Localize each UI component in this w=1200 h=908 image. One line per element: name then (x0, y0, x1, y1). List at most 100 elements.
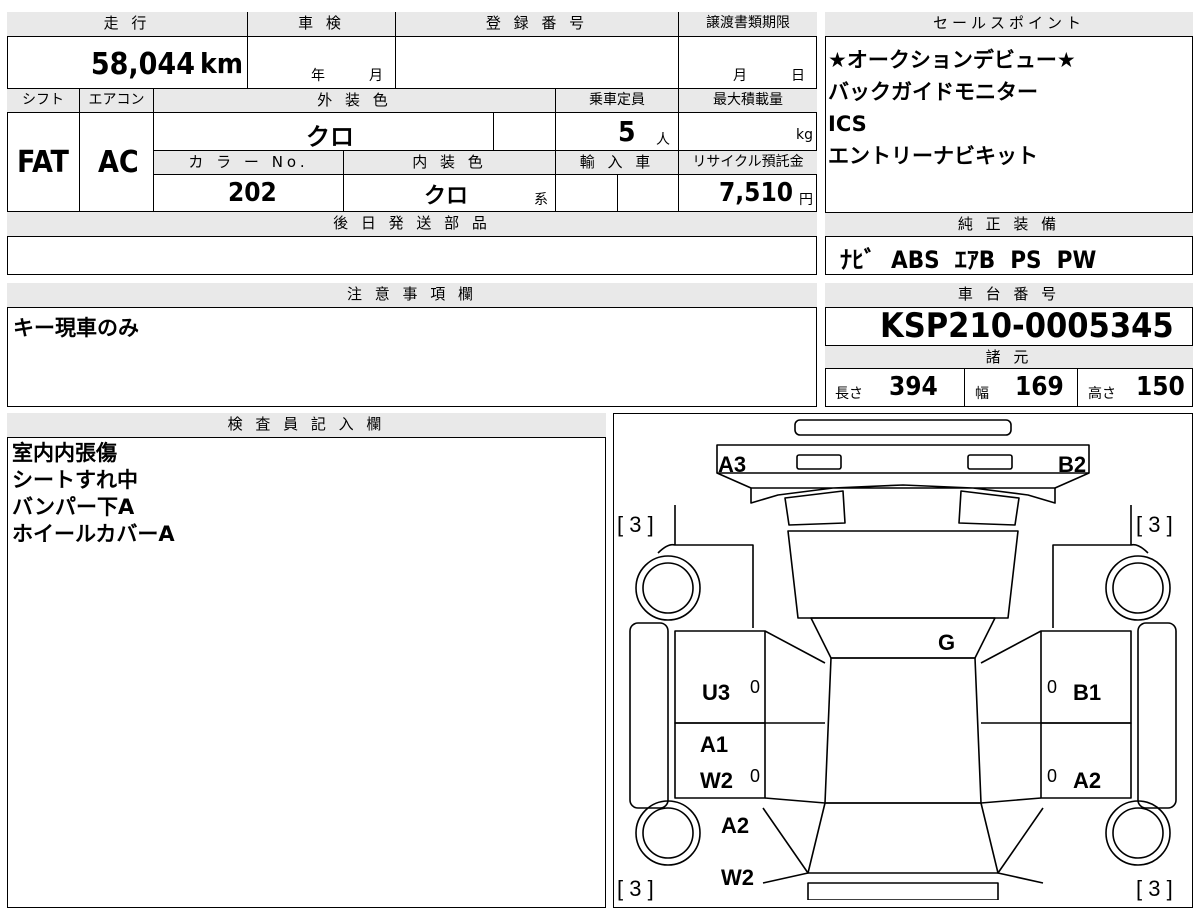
spec-header: 諸 元 (825, 345, 1193, 369)
registration-cell (396, 37, 679, 89)
label-tire-tl: [ 3 ] (617, 512, 654, 537)
sales-points-list: ★オークションデビュー★ バックガイドモニター ICS エントリーナビキット (828, 44, 1076, 172)
inspector-note: バンパー下A (12, 495, 135, 519)
inspection-month: 月 (369, 68, 383, 84)
windshield (787, 530, 1019, 619)
spec-width-value: 169 (1015, 372, 1064, 402)
aircon-cell: AC (80, 113, 154, 212)
exterior-color-cell: クロ (154, 113, 494, 151)
recycle-fee-cell: 7,510 円 (679, 175, 817, 212)
header-interior-color: 内 装 色 (344, 151, 556, 175)
inspector-note: 室内内張傷 (12, 441, 117, 465)
header-mileage: 走 行 (7, 12, 248, 37)
max-load-unit: kg (796, 127, 813, 143)
header-exterior-color: 外 装 色 (154, 89, 556, 113)
car-diagram (629, 419, 1177, 900)
rear-window (807, 802, 999, 874)
sales-point-item: ICS (828, 112, 867, 136)
interior-color-value: クロ (424, 184, 469, 209)
exterior-color-value: クロ (306, 123, 354, 151)
transfer-day: 日 (791, 68, 805, 84)
exterior-color-extra (494, 113, 556, 151)
max-load-cell: kg (679, 113, 817, 151)
label-zero: 0 (1047, 766, 1058, 786)
header-import: 輸 入 車 (556, 151, 679, 175)
tire-front-right (1105, 555, 1171, 621)
color-number-cell: 202 (154, 175, 344, 212)
mileage-value: 58,044 (90, 47, 195, 82)
import-cell-a (556, 175, 618, 212)
grille (750, 484, 1056, 504)
capacity-value: 5 (618, 115, 636, 148)
notes-text: キー現車のみ (13, 316, 139, 340)
tire-rear-left (635, 800, 701, 866)
spec-length-value: 394 (889, 372, 938, 402)
label-door-front-right: B1 (1073, 680, 1102, 705)
label-fender-rear-left: A2 (721, 813, 750, 838)
spec-height-label: 高さ (1088, 386, 1116, 402)
label-front-left: A3 (718, 452, 747, 477)
header-capacity: 乗車定員 (556, 89, 679, 113)
recycle-fee-value: 7,510 (719, 178, 793, 208)
capacity-unit: 人 (656, 132, 670, 148)
spec-width-cell: 幅 169 (965, 369, 1078, 407)
label-zero: 0 (750, 677, 761, 697)
label-zero: 0 (750, 766, 761, 786)
tire-rear-right (1105, 800, 1171, 866)
equipment-value: ﾅﾋﾞ ABS ｴｱB PS PW (840, 246, 1097, 274)
label-door-rear-left-2: W2 (700, 768, 733, 793)
spec-length-cell: 長さ 394 (825, 369, 965, 407)
spec-width-label: 幅 (975, 386, 989, 402)
hood-panel (716, 444, 1090, 474)
header-max-load: 最大積載量 (679, 89, 817, 113)
sales-point-item: バックガイドモニター (828, 80, 1038, 104)
equipment-header: 純 正 装 備 (825, 213, 1193, 237)
interior-color-cell: クロ 系 (344, 175, 556, 212)
chassis-number: KSP210-0005345 (880, 306, 1174, 346)
sales-point-item: エントリーナビキット (828, 144, 1038, 168)
label-door-rear-right: A2 (1073, 768, 1102, 793)
inspection-year: 年 (311, 68, 325, 84)
label-bumper-rear-left: W2 (721, 865, 754, 890)
interior-color-suffix: 系 (534, 192, 548, 208)
sales-point-item: ★オークションデビュー★ (828, 48, 1076, 72)
header-recycle-fee: リサイクル預託金 (679, 151, 817, 175)
color-number-value: 202 (228, 178, 277, 208)
import-cell-b (618, 175, 679, 212)
inspection-cell: 年 月 (248, 37, 396, 89)
inspector-header: 検 査 員 記 入 欄 (7, 413, 606, 438)
header-inspection: 車 検 (248, 12, 396, 37)
transfer-cell: 月 日 (679, 37, 817, 89)
shift-value: FAT (17, 145, 69, 180)
spec-height-value: 150 (1136, 372, 1185, 402)
label-front-right: B2 (1058, 452, 1087, 477)
label-door-rear-left-1: A1 (700, 732, 729, 757)
notes-header: 注 意 事 項 欄 (7, 283, 817, 308)
mileage-cell: 58,044 km (7, 37, 248, 89)
inspector-notes: 室内内張傷 シートすれ中 バンパー下A ホイールカバーA (12, 440, 175, 548)
header-aircon: エアコン (80, 89, 154, 113)
sales-points-header: セールスポイント (825, 12, 1193, 37)
label-tire-br: [ 3 ] (1136, 876, 1173, 901)
recycle-fee-unit: 円 (799, 192, 813, 208)
label-zero: 0 (1047, 677, 1058, 697)
shift-cell: FAT (7, 113, 80, 212)
front-bumper (794, 419, 1012, 436)
header-shift: シフト (7, 89, 80, 113)
spec-length-label: 長さ (835, 386, 863, 402)
headlight-left (796, 454, 842, 470)
transfer-month: 月 (733, 68, 747, 84)
header-later-parts: 後 日 発 送 部 品 (7, 212, 817, 237)
header-transfer-deadline: 譲渡書類期限 (679, 12, 817, 37)
mileage-unit: km (200, 47, 243, 80)
spec-height-cell: 高さ 150 (1078, 369, 1193, 407)
headlight-right (967, 454, 1013, 470)
chassis-header: 車 台 番 号 (825, 283, 1193, 308)
inspector-note: シートすれ中 (12, 468, 138, 492)
rear-bumper (807, 882, 999, 900)
capacity-cell: 5 人 (556, 113, 679, 151)
header-color-number: カ ラ ー No. (154, 151, 344, 175)
label-glass: G (938, 630, 956, 655)
roof (810, 617, 996, 659)
inspector-note: ホイールカバーA (12, 522, 175, 546)
